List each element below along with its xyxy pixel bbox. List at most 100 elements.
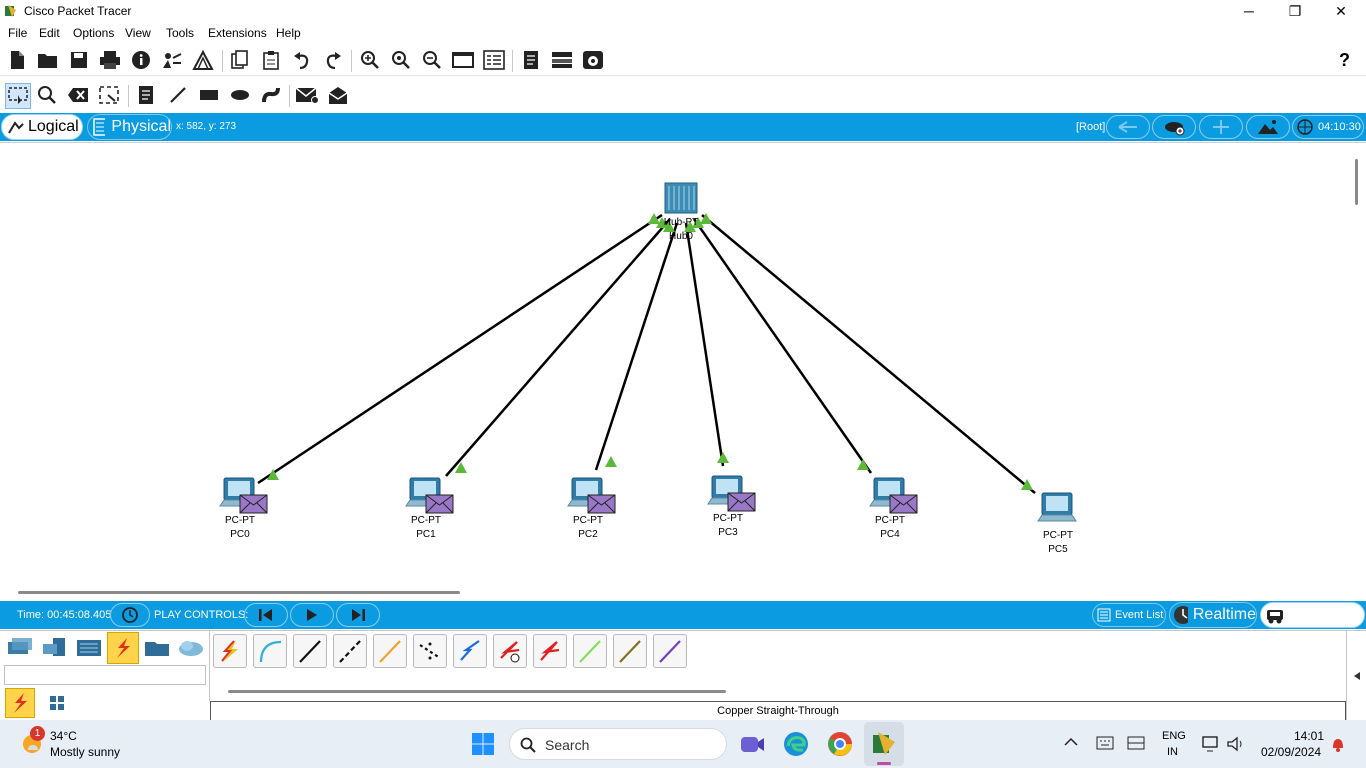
menu-view[interactable]: View: [125, 26, 151, 40]
delete-icon[interactable]: [66, 83, 90, 107]
start-button[interactable]: [471, 732, 495, 756]
touch-keyboard-icon[interactable]: [1127, 736, 1145, 752]
fiber-icon[interactable]: [373, 634, 407, 668]
line-icon[interactable]: [166, 83, 190, 107]
new-icon[interactable]: [5, 48, 29, 72]
weather-widget[interactable]: 1: [20, 726, 46, 756]
resize-icon[interactable]: [97, 83, 121, 107]
usb-cable-icon[interactable]: [653, 634, 687, 668]
notes-icon[interactable]: [519, 48, 543, 72]
components-icon[interactable]: [74, 634, 104, 662]
step-back-button[interactable]: [244, 603, 288, 627]
paste-icon[interactable]: [259, 48, 283, 72]
input-language[interactable]: ENG: [1162, 730, 1186, 742]
show-hidden-icons-chevron[interactable]: [1064, 736, 1080, 752]
end-devices-icon[interactable]: [40, 634, 70, 662]
collapse-panel-button[interactable]: [1346, 631, 1366, 721]
serial-dce-icon[interactable]: [493, 634, 527, 668]
info-icon[interactable]: [129, 48, 153, 72]
input-region[interactable]: IN: [1167, 746, 1178, 758]
print-icon[interactable]: [98, 48, 122, 72]
simple-pdu-icon[interactable]: [295, 83, 319, 107]
menu-edit[interactable]: Edit: [39, 26, 60, 40]
complex-pdu-icon[interactable]: [327, 83, 351, 107]
new-cluster-button[interactable]: [1152, 115, 1196, 139]
maximize-button[interactable]: ❐: [1272, 0, 1318, 22]
iot-custom-cable-icon[interactable]: [613, 634, 647, 668]
network-devices-icon[interactable]: [5, 634, 35, 662]
move-object-button[interactable]: [1199, 115, 1243, 139]
simulation-mode-tab[interactable]: Simulation: [1260, 602, 1365, 628]
taskbar-search-box[interactable]: Search: [509, 728, 727, 760]
network-icon[interactable]: [1201, 735, 1221, 753]
device-filter-field[interactable]: [4, 665, 206, 685]
reset-time-button[interactable]: [110, 603, 150, 627]
step-forward-button[interactable]: [336, 603, 380, 627]
packet-tracer-taskbar-button[interactable]: [864, 722, 904, 766]
edge-browser-icon[interactable]: [782, 730, 810, 758]
ellipse-icon[interactable]: [228, 83, 252, 107]
device-dialog-icon[interactable]: [550, 48, 574, 72]
hub-device[interactable]: Hub-PT Hub0: [664, 182, 698, 242]
vertical-scrollbar[interactable]: [1355, 159, 1358, 205]
close-button[interactable]: ✕: [1318, 0, 1364, 22]
zoom-out-icon[interactable]: [420, 48, 444, 72]
chrome-browser-icon[interactable]: [826, 730, 854, 758]
pdu-envelope-icon[interactable]: [889, 494, 918, 514]
note-icon[interactable]: [134, 83, 158, 107]
open-icon[interactable]: [36, 48, 60, 72]
drawing-palette-icon[interactable]: [451, 48, 475, 72]
device-list-scrollbar[interactable]: [228, 690, 726, 693]
zoom-reset-icon[interactable]: [389, 48, 413, 72]
realtime-mode-tab[interactable]: Realtime: [1169, 602, 1257, 628]
pc-device-pc4[interactable]: PC-PT PC4: [869, 477, 918, 540]
viewport-clock[interactable]: 04:10:30: [1292, 115, 1364, 139]
pdu-envelope-icon[interactable]: [425, 494, 454, 514]
multiuser-grid-icon[interactable]: [42, 689, 72, 717]
serial-dte-icon[interactable]: [533, 634, 567, 668]
clock-time[interactable]: 14:01: [1294, 729, 1324, 743]
pdu-envelope-icon[interactable]: [239, 494, 268, 514]
console-cable-icon[interactable]: [253, 634, 287, 668]
weather-temperature[interactable]: 34°C: [50, 729, 77, 743]
phone-cable-icon[interactable]: [413, 634, 447, 668]
octal-cable-icon[interactable]: [573, 634, 607, 668]
coaxial-icon[interactable]: [453, 634, 487, 668]
copper-cross-over-icon[interactable]: [333, 634, 367, 668]
pdu-envelope-icon[interactable]: [727, 492, 756, 512]
volume-icon[interactable]: [1226, 735, 1246, 753]
physical-tab[interactable]: Physical: [87, 114, 172, 140]
notification-bell-icon[interactable]: [1330, 735, 1346, 753]
keyboard-icon[interactable]: [1096, 736, 1114, 752]
meet-app-icon[interactable]: [738, 730, 766, 758]
multiuser-icon[interactable]: [176, 634, 206, 662]
menu-help[interactable]: Help: [276, 26, 301, 40]
root-location[interactable]: [Root]: [1076, 121, 1105, 133]
link-hub-pc5[interactable]: [701, 214, 1036, 494]
pc-device-pc3[interactable]: PC-PT PC3: [707, 475, 756, 538]
redo-icon[interactable]: [321, 48, 345, 72]
clock-date[interactable]: 02/09/2024: [1261, 745, 1321, 759]
pc-device-pc5[interactable]: PC-PT PC5: [1037, 492, 1077, 555]
logical-tab[interactable]: Logical: [1, 114, 83, 140]
pdu-envelope-icon[interactable]: [587, 494, 616, 514]
undo-icon[interactable]: [290, 48, 314, 72]
connections-icon[interactable]: [107, 632, 139, 664]
save-icon[interactable]: [67, 48, 91, 72]
play-button[interactable]: [290, 603, 334, 627]
misc-icon[interactable]: [142, 634, 172, 662]
help-button[interactable]: ?: [1339, 50, 1350, 71]
network-info-icon[interactable]: [191, 48, 215, 72]
menu-extensions[interactable]: Extensions: [208, 26, 267, 40]
event-list-button[interactable]: Event List: [1092, 603, 1166, 627]
custom-device-icon[interactable]: [482, 48, 506, 72]
back-button[interactable]: [1106, 115, 1150, 139]
copy-icon[interactable]: [228, 48, 252, 72]
horizontal-scrollbar[interactable]: [18, 591, 460, 594]
link-hub-pc2[interactable]: [594, 222, 679, 471]
set-background-button[interactable]: [1246, 115, 1290, 139]
menu-options[interactable]: Options: [73, 26, 114, 40]
link-hub-pc3[interactable]: [684, 222, 725, 467]
freeform-icon[interactable]: [259, 83, 283, 107]
copper-straight-through-icon[interactable]: [293, 634, 327, 668]
